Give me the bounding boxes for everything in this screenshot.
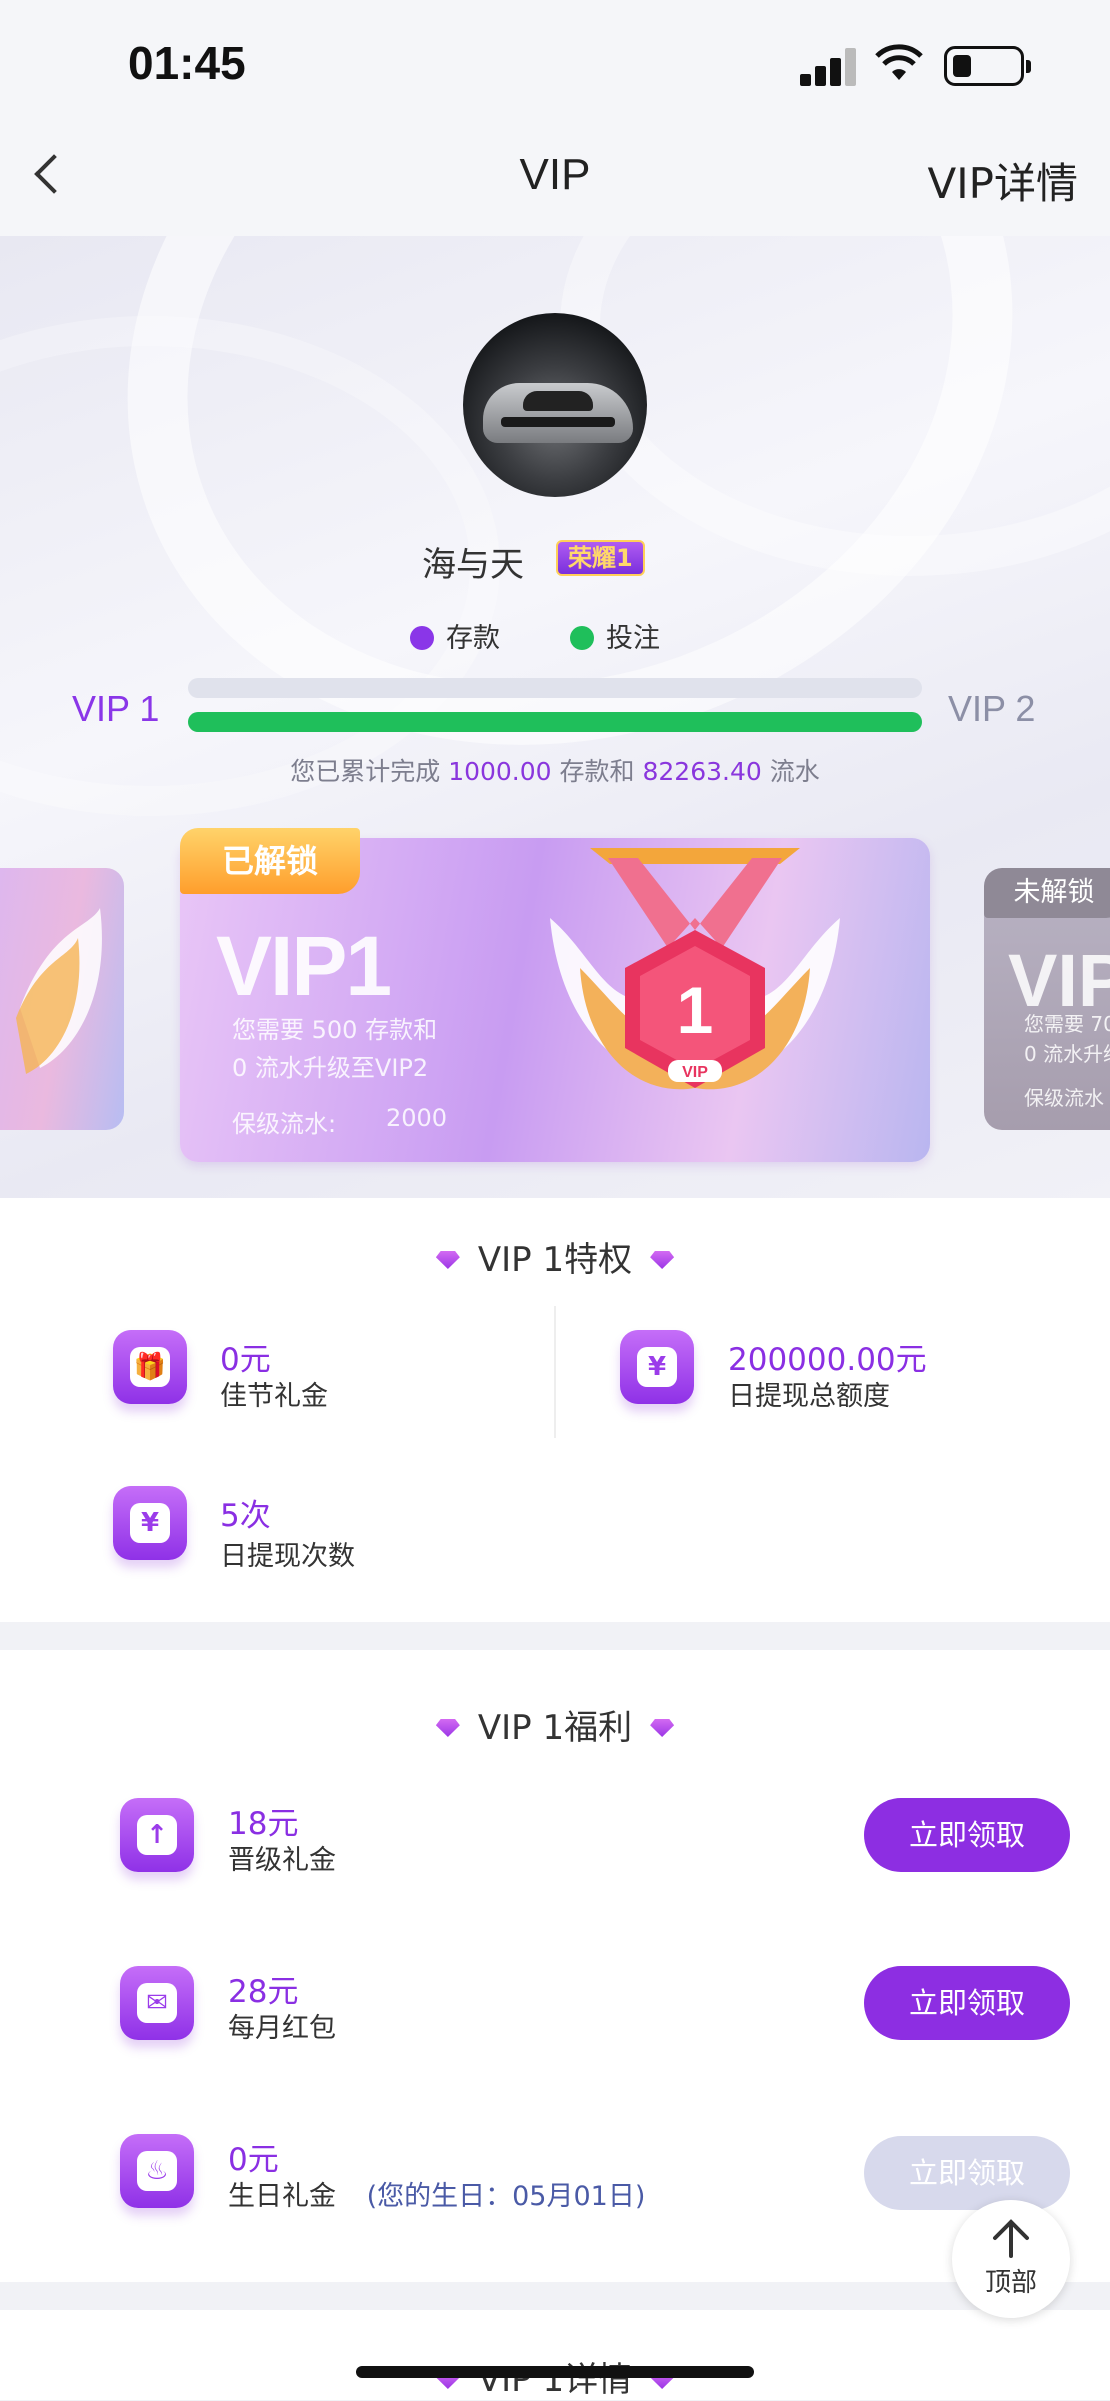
- progress-suffix: 流水: [769, 757, 820, 786]
- diamond-right-icon: [650, 1251, 675, 1269]
- back-to-top-button[interactable]: 顶部: [952, 2200, 1070, 2318]
- birthday-bonus-label: 生日礼金: [228, 2181, 336, 2212]
- next-level-label: VIP 2: [948, 688, 1036, 729]
- bet-progress-bar: [188, 712, 922, 732]
- locked-tag: 未解锁: [984, 868, 1110, 918]
- privilege-value: 200000.00元: [728, 1342, 927, 1378]
- red-envelope-icon: ✉: [120, 1966, 194, 2040]
- yen-coin-icon: ¥: [620, 1330, 694, 1404]
- arrow-up-icon: [993, 2219, 1029, 2258]
- divider: [554, 1306, 556, 1438]
- cellular-signal-icon: [800, 48, 858, 86]
- privileges-title-text: VIP 1特权: [477, 1240, 633, 1280]
- benefits-section: VIP 1福利 ↑ 18元 晋级礼金 立即领取 ✉ 28元 每月红包 立即领取 …: [0, 1650, 1110, 2282]
- previous-vip-card[interactable]: [0, 868, 124, 1130]
- card-requirement-line2: 0 流水升级至VIP2: [232, 1054, 429, 1082]
- next-card-line2: 0 流水升级: [1024, 1042, 1110, 1066]
- home-indicator: [356, 2366, 754, 2378]
- details-section: VIP 1详情: [0, 2310, 1110, 2400]
- next-vip-card[interactable]: 未解锁 VIP 您需要 70 0 流水升级 保级流水: [984, 868, 1110, 1130]
- benefit-label: 生日礼金 (您的生日：05月01日): [228, 2174, 645, 2213]
- benefit-value: 0元: [228, 2142, 279, 2178]
- birthday-note: (您的生日：05月01日): [366, 2181, 646, 2212]
- vip-details-link[interactable]: VIP详情: [928, 150, 1078, 211]
- gift-icon: 🎁: [113, 1330, 187, 1404]
- benefits-title: VIP 1福利: [0, 1700, 1110, 1749]
- claim-upgrade-bonus-button[interactable]: 立即领取: [864, 1798, 1070, 1872]
- avatar[interactable]: [463, 313, 647, 497]
- deposit-progress-bar: [188, 678, 922, 698]
- card-title: VIP1: [216, 919, 392, 1013]
- wing-decoration-icon: [16, 908, 102, 1074]
- benefit-value: 18元: [228, 1806, 299, 1842]
- username: 海与天: [422, 545, 524, 585]
- privilege-value: 0元: [220, 1342, 271, 1378]
- rank-badge: 荣耀1: [556, 540, 645, 576]
- vip-medal-icon: 1 VIP: [550, 848, 840, 1090]
- benefit-label: 每月红包: [228, 2013, 336, 2044]
- deposit-dot-icon: [410, 626, 434, 650]
- diamond-left-icon: [435, 1251, 460, 1269]
- wifi-icon: [875, 44, 923, 80]
- progress-summary: 您已累计完成 1000.00 存款和 82263.40 流水: [0, 752, 1110, 788]
- legend-bet-label: 投注: [606, 623, 660, 654]
- privilege-label: 日提现总额度: [728, 1381, 890, 1412]
- upgrade-arrow-icon: ↑: [120, 1798, 194, 1872]
- benefits-title-text: VIP 1福利: [477, 1708, 633, 1748]
- benefit-label: 晋级礼金: [228, 1845, 336, 1876]
- withdraw-icon: ¥: [113, 1486, 187, 1560]
- current-level-label: VIP 1: [72, 688, 160, 729]
- progress-prefix: 您已累计完成: [290, 757, 441, 786]
- unlocked-tag: 已解锁: [180, 828, 360, 894]
- privilege-label: 佳节礼金: [220, 1381, 328, 1412]
- status-time: 01:45: [128, 37, 246, 89]
- battery-icon: [944, 46, 1031, 86]
- diamond-right-icon: [650, 1719, 675, 1737]
- legend-deposit-label: 存款: [446, 623, 500, 654]
- card-requirement-line1: 您需要 500 存款和: [232, 1016, 438, 1044]
- next-card-line1: 您需要 70: [1024, 1012, 1110, 1036]
- privilege-label: 日提现次数: [220, 1541, 355, 1572]
- back-to-top-label: 顶部: [984, 2268, 1037, 2298]
- bet-dot-icon: [570, 626, 594, 650]
- deposit-amount: 1000.00: [448, 757, 552, 786]
- card-keep-label: 保级流水:: [232, 1110, 337, 1138]
- birthday-cake-icon: ♨: [120, 2134, 194, 2208]
- privilege-value: 5次: [220, 1498, 271, 1534]
- medal-number: 1: [677, 973, 714, 1047]
- card-keep-value: 2000: [386, 1104, 448, 1132]
- privileges-section: VIP 1特权 🎁 0元 佳节礼金 ¥ 200000.00元 日提现总额度 ¥ …: [0, 1198, 1110, 1622]
- claim-monthly-red-envelope-button[interactable]: 立即领取: [864, 1966, 1070, 2040]
- legend-bet: 投注: [570, 616, 660, 655]
- privileges-title: VIP 1特权: [0, 1232, 1110, 1281]
- diamond-left-icon: [435, 1719, 460, 1737]
- claim-birthday-bonus-button[interactable]: 立即领取: [864, 2136, 1070, 2210]
- next-card-keep-label: 保级流水: [1024, 1086, 1104, 1110]
- progress-mid: 存款和: [559, 757, 635, 786]
- status-bar: 01:45: [0, 0, 1110, 130]
- medal-text: VIP: [682, 1064, 708, 1081]
- legend-deposit: 存款: [410, 616, 500, 655]
- turnover-amount: 82263.40: [642, 757, 762, 786]
- benefit-value: 28元: [228, 1974, 299, 2010]
